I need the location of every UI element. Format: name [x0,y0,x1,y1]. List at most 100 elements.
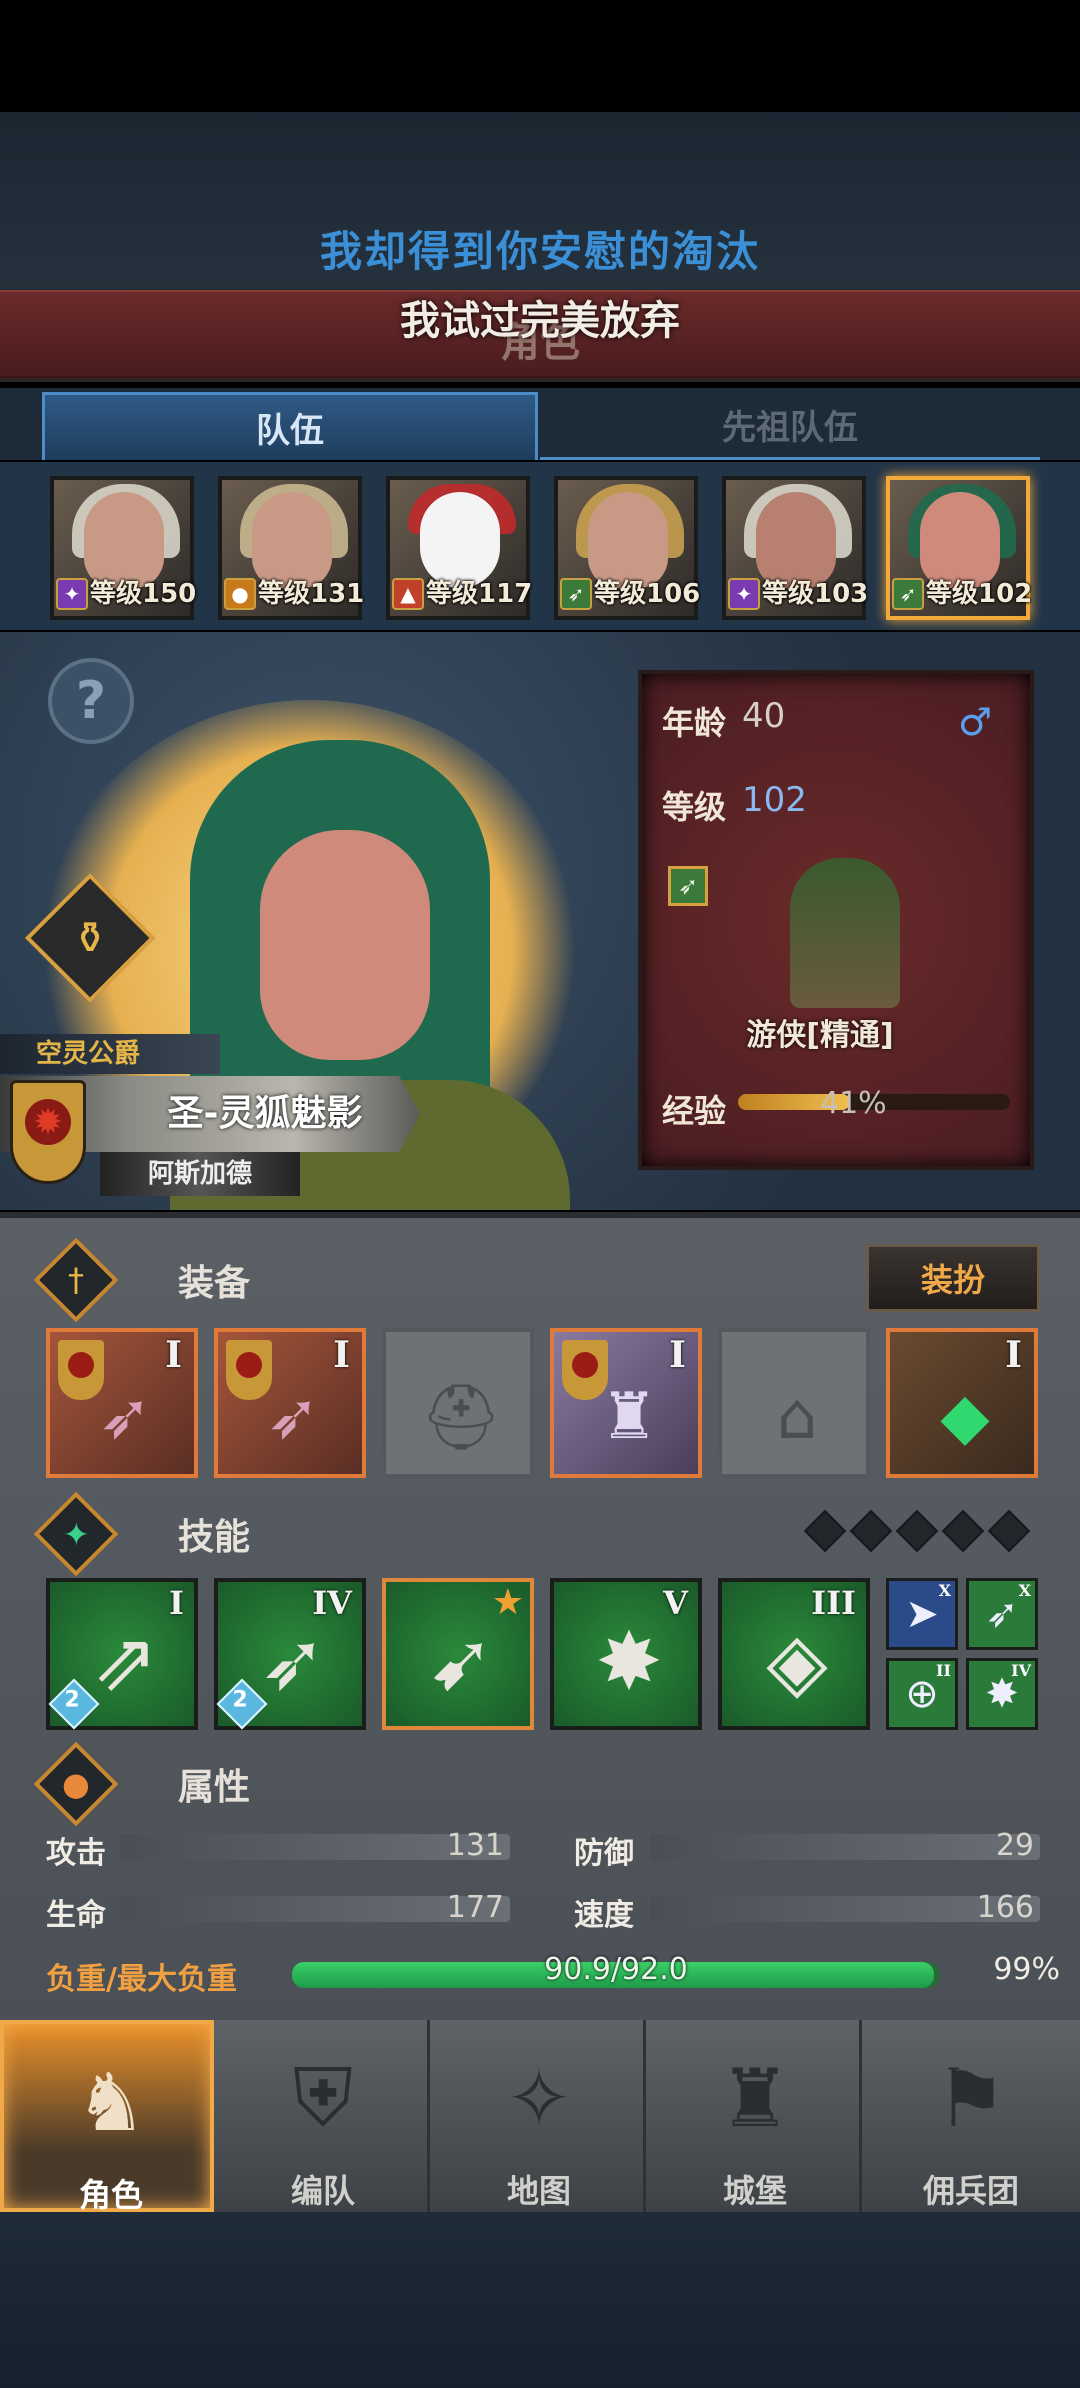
defense-value: 29 [995,1828,1034,1863]
helmet-icon: ⛨ [293,2051,353,2144]
attack-label: 攻击 [46,1836,106,1871]
eagle-icon: ➤ [905,1591,939,1637]
skill-slot-4[interactable]: V ✸ [550,1578,702,1730]
passive-skill-2[interactable]: ➶ X [966,1578,1038,1650]
team-member-3[interactable]: ▲ 等级117 [386,476,533,620]
nav-formation[interactable]: ⛨ 编队 [216,2020,430,2212]
exp-percent: 41% [820,1086,887,1121]
attributes-title: 属性 [178,1767,251,1808]
team-member-level: 等级117 [426,579,533,609]
team-member-level: 等级102 [926,579,1033,609]
bow-icon: ➶ [266,1380,320,1454]
equipment-title: 装备 [178,1263,251,1304]
level-value: 102 [742,780,807,820]
class-figure [790,858,900,1008]
equip-slot-weapon-1[interactable]: I ➶ [46,1328,198,1478]
exp-label: 经验 [662,1092,727,1130]
load-value: 90.9/92.0 [544,1952,688,1987]
armor-icon: ♜ [600,1380,658,1454]
lyric-line-1: 我却得到你安慰的淘汰 [319,227,760,276]
equip-slot-weapon-2[interactable]: I ➶ [214,1328,366,1478]
equip-slot-boots[interactable]: ⌂ [718,1328,870,1478]
person-icon: ● [33,1741,119,1827]
hero-realm: 阿斯加德 [100,1152,300,1196]
crosshair-icon: ⊕ [905,1671,939,1717]
defense-label: 防御 [574,1836,634,1871]
staff-icon: ✦ [56,578,88,610]
passive-skill-1[interactable]: ➤ X [886,1578,958,1650]
guild-shield-icon: ✹ [10,1080,86,1184]
tab-team[interactable]: 队伍 [42,392,538,460]
staff-icon: ✦ [728,578,760,610]
nav-character[interactable]: ♞ 角色 [0,2020,214,2214]
wing-icon: ➶ [985,1591,1019,1637]
status-bar [0,0,1080,112]
star-icon: ✦ [33,1491,119,1577]
hp-label: 生命 [46,1898,106,1933]
fist-icon: ● [224,578,256,610]
skills-title: 技能 [178,1517,251,1558]
skill-slot-5[interactable]: III ◈ [718,1578,870,1730]
team-member-4[interactable]: ➶ 等级106 [554,476,701,620]
nav-label: 佣兵团 [922,2172,1019,2210]
nav-map[interactable]: ✧ 地图 [432,2020,646,2212]
banner-icon: ⚑ [935,2051,1007,2145]
speed-value: 166 [976,1890,1034,1925]
castle-icon: ♜ [719,2051,791,2145]
bear-icon: ▲ [392,578,424,610]
nav-mercenary[interactable]: ⚑ 佣兵团 [864,2020,1078,2212]
dagger-icon: † [33,1237,119,1323]
age-value: 40 [742,696,786,736]
equip-tier: I [165,1334,182,1376]
nav-label: 城堡 [722,2172,787,2210]
passive-tier: X [938,1581,951,1600]
hp-value: 177 [446,1890,504,1925]
attack-value: 131 [446,1828,504,1863]
hero-rank: 空灵公爵 [0,1034,220,1074]
dress-up-button[interactable]: 装扮 [866,1244,1040,1312]
skill-slot-2[interactable]: IV ➶ 2 [214,1578,366,1730]
team-member-6[interactable]: ➶ 等级102 [886,476,1033,620]
passive-skill-4[interactable]: ✸ IV [966,1658,1038,1730]
bow-icon: ➶ [668,866,708,906]
attributes-header: ● 属性 [33,1741,446,1827]
passive-tier: X [1018,1581,1031,1600]
crystal-burst-icon: ✸ [595,1614,663,1708]
tab-ancestor-team[interactable]: 先祖队伍 [540,392,1040,460]
potion-icon: ⚱ [71,912,109,964]
bow-icon: ➶ [98,1380,152,1454]
team-member-level: 等级106 [594,579,701,609]
passive-skill-3[interactable]: ⊕ II [886,1658,958,1730]
team-member-2[interactable]: ● 等级131 [218,476,365,620]
skills-header: ✦ 技能 [33,1491,446,1577]
nav-label: 编队 [290,2172,355,2210]
equip-slot-accessory[interactable]: I ◆ [886,1328,1038,1478]
team-member-level: 等级131 [258,579,365,609]
level-label: 等级 [662,788,727,826]
bow-icon: ➶ [560,578,592,610]
skill-slot-1[interactable]: I ⇗ 2 [46,1578,198,1730]
team-member-5[interactable]: ✦ 等级103 [722,476,869,620]
equip-tier: I [333,1334,350,1376]
sun-icon: ✹ [25,1099,71,1145]
hero-face [260,830,430,1060]
team-member-level: 等级103 [762,579,869,609]
help-icon[interactable]: ? [48,658,134,744]
equip-slot-armor[interactable]: I ♜ [550,1328,702,1478]
crystal-fist-icon: ◈ [766,1614,828,1708]
equip-tier: I [669,1334,686,1376]
hero-name[interactable]: 圣-灵狐魅影 [120,1084,410,1136]
bottom-background [0,2212,1080,2388]
knight-icon: ♞ [75,2055,147,2149]
nav-label: 地图 [506,2172,571,2210]
nav-castle[interactable]: ♜ 城堡 [648,2020,862,2212]
compass-icon: ✧ [505,2051,573,2145]
star-icon: ★ [491,1582,524,1623]
passive-tier: IV [1011,1661,1031,1680]
team-member-1[interactable]: ✦ 等级150 [50,476,196,620]
equip-slot-helmet[interactable]: ⛑ [382,1328,534,1478]
male-icon: ♂ [958,700,993,744]
class-name: 游侠[精通] [746,1018,894,1053]
lyric-line-2: 我试过完美放弃 [400,298,680,344]
skill-slot-3[interactable]: ➹ ★ [382,1578,534,1730]
